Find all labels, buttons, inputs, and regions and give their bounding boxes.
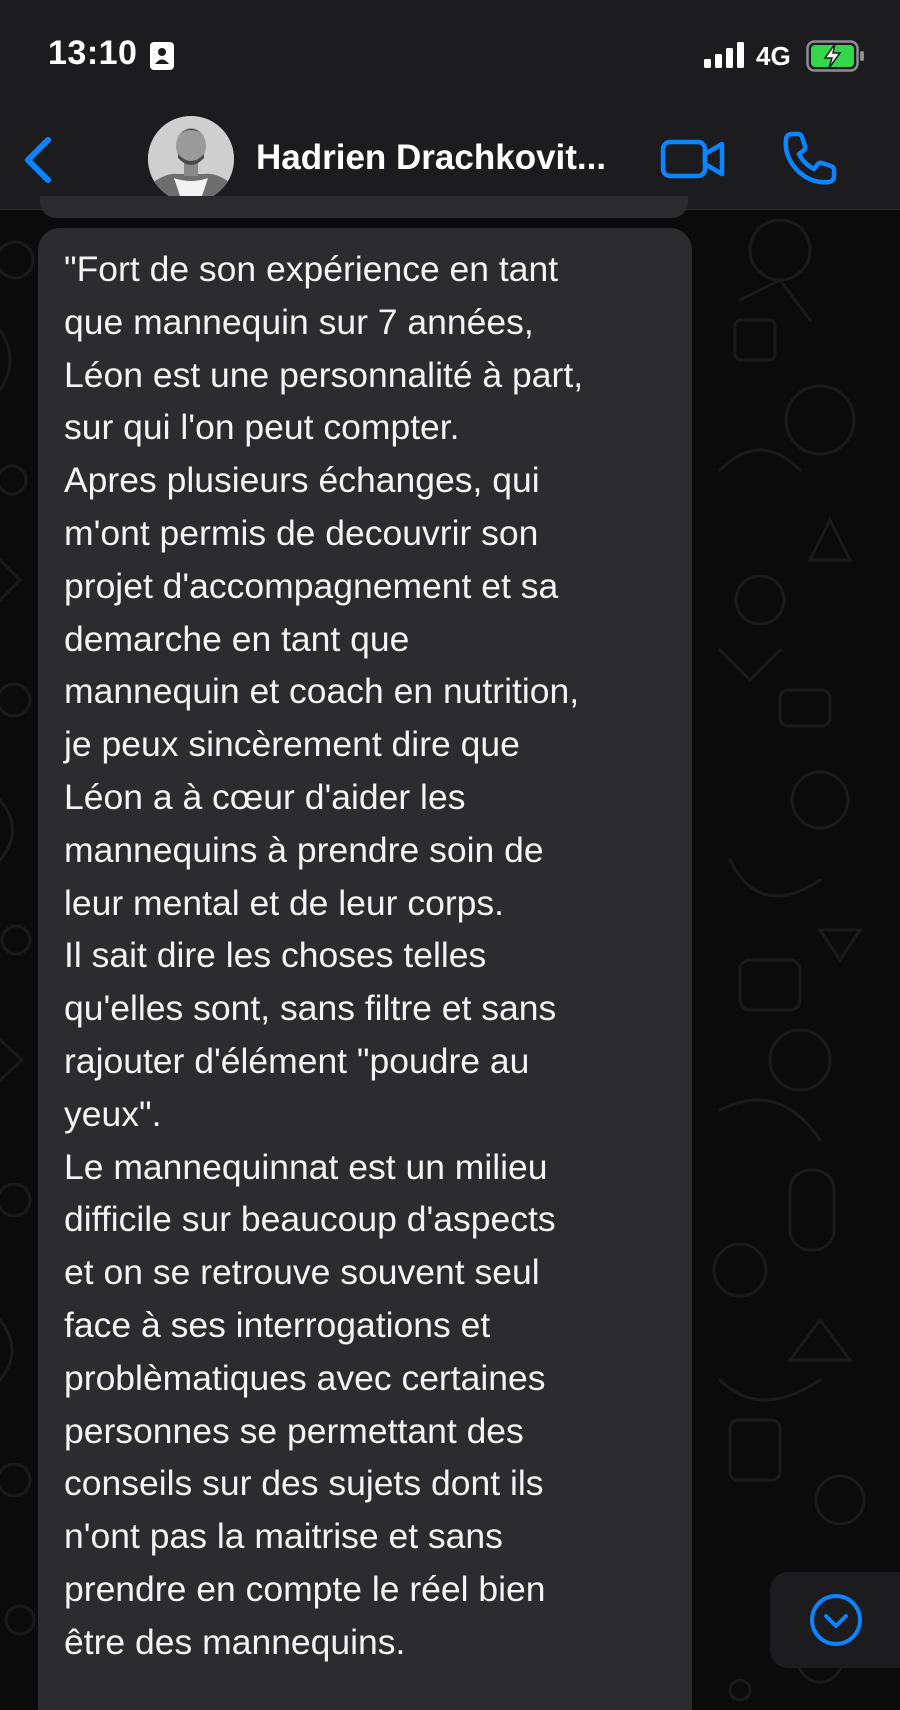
incoming-message-bubble[interactable]: "Fort de son expérience en tant que manne… (38, 228, 692, 1710)
chat-screen: 13:10 4G Hadrien Drachkovit... "Fort de … (0, 0, 900, 1710)
chat-nav-bar: Hadrien Drachkovit... (0, 110, 900, 210)
message-line: problèmatiques avec certaines (64, 1357, 546, 1398)
signal-bars-icon (704, 42, 744, 68)
message-line: être des mannequins. (64, 1621, 406, 1662)
network-type-label: 4G (756, 41, 791, 71)
message-text: "Fort de son expérience en tant que manne… (64, 243, 668, 1669)
message-line: et on se retrouve souvent seul (64, 1252, 540, 1293)
message-line: Léon est une personnalité à part, (64, 354, 584, 395)
message-line: leur mental et de leur corps. (64, 882, 505, 923)
message-line: Le mannequinnat est un milieu (64, 1146, 548, 1187)
message-line: m'ont permis de decouvrir son (64, 512, 539, 553)
message-line: sur qui l'on peut compter. (64, 407, 460, 448)
back-chevron-icon[interactable] (14, 132, 64, 188)
message-line: n'ont pas la maitrise et sans (64, 1516, 503, 1557)
status-bar: 13:10 4G (0, 0, 900, 110)
message-line: conseils sur des sujets dont ils (64, 1463, 544, 1504)
message-line: difficile sur beaucoup d'aspects (64, 1199, 556, 1240)
battery-charging-icon (806, 40, 864, 72)
message-line: je peux sincèrement dire que (64, 724, 520, 765)
message-line: Il sait dire les choses telles (64, 935, 487, 976)
scroll-to-bottom-button[interactable] (770, 1572, 900, 1668)
previous-message-bubble (40, 196, 688, 218)
message-line: mannequin et coach en nutrition, (64, 671, 580, 712)
avatar-photo (148, 116, 234, 202)
status-time: 13:10 (48, 34, 138, 72)
message-line: que mannequin sur 7 années, (64, 301, 534, 342)
chat-header: 13:10 4G Hadrien Drachkovit... (0, 0, 900, 210)
message-line: rajouter d'élément "poudre au (64, 1040, 530, 1081)
chevron-down-circle-icon (810, 1594, 862, 1646)
video-camera-icon[interactable] (660, 134, 726, 184)
contact-name[interactable]: Hadrien Drachkovit... (256, 138, 636, 178)
message-line: "Fort de son expérience en tant (64, 249, 559, 289)
message-line: Léon a à cœur d'aider les (64, 776, 466, 817)
message-line: demarche en tant que (64, 618, 410, 659)
message-line: face à ses interrogations et (64, 1304, 491, 1345)
contact-avatar[interactable] (148, 116, 234, 202)
message-line: Apres plusieurs échanges, qui (64, 460, 540, 501)
person-badge-icon (150, 42, 174, 70)
phone-icon[interactable] (780, 130, 838, 188)
message-line: prendre en compte le réel bien (64, 1568, 546, 1609)
message-line: yeux". (64, 1093, 162, 1134)
message-line: mannequins à prendre soin de (64, 829, 544, 870)
message-line: qu'elles sont, sans filtre et sans (64, 988, 557, 1029)
message-line: personnes se permettant des (64, 1410, 524, 1451)
message-line: projet d'accompagnement et sa (64, 565, 559, 606)
